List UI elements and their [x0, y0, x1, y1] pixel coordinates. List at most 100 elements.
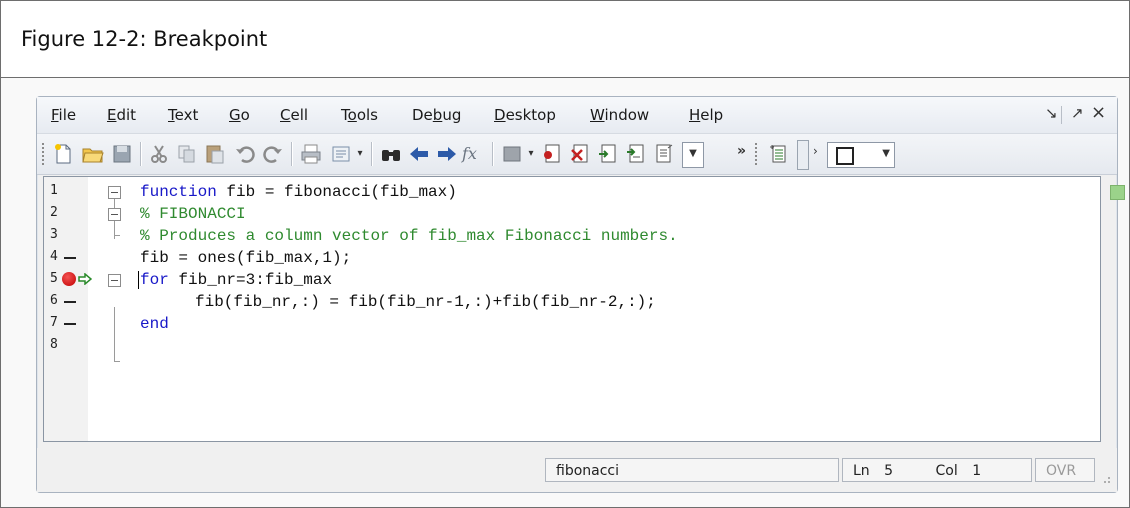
undock-icon[interactable]: ↘ — [1045, 104, 1058, 122]
code-line[interactable]: 3 % Produces a column vector of fib_max F… — [44, 225, 1100, 247]
set-breakpoint-icon[interactable] — [540, 142, 564, 166]
breakpoint-icon[interactable] — [62, 272, 76, 286]
fold-toggle-icon[interactable] — [108, 208, 121, 221]
fold-toggle-icon[interactable] — [108, 186, 121, 199]
open-folder-icon[interactable] — [81, 142, 105, 166]
menu-text[interactable]: Text — [168, 106, 198, 124]
save-icon[interactable] — [110, 142, 134, 166]
cut-icon[interactable] — [147, 142, 171, 166]
find-icon[interactable] — [379, 142, 403, 166]
column-value: 1 — [972, 463, 982, 479]
figure-header: Figure 12-2: Breakpoint — [1, 1, 1129, 78]
toolbar-grip[interactable] — [42, 143, 46, 165]
menu-desktop[interactable]: Desktop — [494, 106, 556, 124]
cell-icon[interactable] — [767, 142, 791, 166]
menu-separator — [1061, 106, 1062, 124]
code-token: fib_nr=3:fib_max — [168, 271, 333, 289]
matlab-editor-window: File Edit Text Go Cell Tools Debug Deskt… — [36, 96, 1125, 493]
close-icon[interactable]: × — [1091, 102, 1106, 123]
fold-toggle-icon[interactable] — [108, 274, 121, 287]
code-comment: % Produces a column vector of fib_max Fi… — [140, 227, 678, 245]
copy-icon[interactable] — [175, 142, 199, 166]
toolbar-splitter[interactable] — [797, 140, 809, 170]
menu-help[interactable]: Help — [689, 106, 723, 124]
code-keyword: function — [140, 183, 217, 201]
step-out-icon[interactable] — [652, 142, 676, 166]
code-text: fib(fib_nr,:) = fib(fib_nr-1,:)+fib(fib_… — [195, 293, 656, 311]
redo-icon[interactable] — [261, 142, 285, 166]
executable-line-marker[interactable] — [64, 257, 76, 259]
line-value: 5 — [884, 463, 894, 479]
menu-debug[interactable]: Debug — [412, 106, 461, 124]
publish-dropdown-icon[interactable]: ▾ — [355, 145, 365, 163]
dock-icon[interactable]: ↗ — [1071, 104, 1084, 122]
line-number: 7 — [50, 315, 58, 330]
layout-dropdown[interactable]: ▼ — [827, 142, 895, 168]
menu-file[interactable]: File — [51, 106, 76, 124]
layout-icon — [836, 147, 854, 165]
forward-icon[interactable] — [435, 142, 459, 166]
code-line[interactable]: 1 function fib = fibonacci(fib_max) — [44, 181, 1100, 203]
clear-breakpoints-icon[interactable] — [568, 142, 592, 166]
toolbar-grip[interactable] — [755, 143, 759, 165]
code-line[interactable]: 7 end — [44, 313, 1100, 335]
stack-dropdown-icon[interactable]: ▾ — [526, 145, 536, 163]
code-line[interactable]: 5 for fib_nr=3:fib_max — [44, 269, 1100, 291]
function-icon[interactable]: fx — [462, 142, 486, 166]
stack-icon[interactable] — [500, 142, 524, 166]
step-icon[interactable] — [596, 142, 620, 166]
publish-icon[interactable] — [329, 142, 353, 166]
code-text: fib = ones(fib_max,1); — [140, 249, 351, 267]
code-text: % Produces a column vector of fib_max Fi… — [140, 227, 678, 245]
menu-edit[interactable]: Edit — [107, 106, 136, 124]
code-comment: % FIBONACCI — [140, 205, 246, 223]
code-token: fib = ones(fib_max,1); — [140, 249, 352, 267]
code-text: for fib_nr=3:fib_max — [140, 271, 332, 289]
line-number: 8 — [50, 337, 58, 352]
step-in-icon[interactable] — [624, 142, 648, 166]
code-line[interactable]: 4 fib = ones(fib_max,1); — [44, 247, 1100, 269]
toolbar-separator — [140, 142, 141, 166]
code-token: fib(fib_nr,:) = fib(fib_nr-1,:)+fib(fib_… — [195, 293, 656, 311]
line-number: 3 — [50, 227, 58, 242]
menu-window[interactable]: Window — [590, 106, 649, 124]
status-function-name: fibonacci — [545, 458, 839, 482]
toolbar-separator — [291, 142, 292, 166]
executable-line-marker[interactable] — [64, 323, 76, 325]
chevron-down-icon: ▼ — [882, 148, 890, 159]
toolbar-separator — [371, 142, 372, 166]
paste-icon[interactable] — [203, 142, 227, 166]
code-text: % FIBONACCI — [140, 205, 246, 223]
code-editor[interactable]: 1 function fib = fibonacci(fib_max) 2 % FIB… — [43, 176, 1101, 442]
text-cursor — [138, 271, 139, 289]
code-line[interactable]: 2 % FIBONACCI — [44, 203, 1100, 225]
menu-go[interactable]: Go — [229, 106, 250, 124]
toolbar-overflow-icon[interactable]: » — [737, 143, 746, 159]
menu-tools[interactable]: Tools — [341, 106, 378, 124]
executable-line-marker[interactable] — [64, 301, 76, 303]
line-number: 2 — [50, 205, 58, 220]
line-number: 5 — [50, 271, 58, 286]
toolbar: ▾ fx ▾ ▼ » › ▼ — [37, 134, 1117, 175]
menu-bar: File Edit Text Go Cell Tools Debug Deskt… — [37, 97, 1117, 134]
code-text: function fib = fibonacci(fib_max) — [140, 183, 457, 201]
status-cursor-position: Ln 5 Col 1 — [842, 458, 1032, 482]
toolbar-overflow-icon-2[interactable]: › — [813, 144, 818, 158]
code-token: fib = fibonacci(fib_max) — [216, 183, 457, 201]
menu-cell[interactable]: Cell — [280, 106, 308, 124]
new-file-icon[interactable] — [51, 142, 75, 166]
code-keyword: end — [140, 315, 169, 333]
execution-arrow-icon — [78, 273, 92, 285]
code-line[interactable]: 6 fib(fib_nr,:) = fib(fib_nr-1,:)+fib(fib… — [44, 291, 1100, 313]
print-icon[interactable] — [299, 142, 323, 166]
back-icon[interactable] — [407, 142, 431, 166]
code-line[interactable]: 8 — [44, 335, 1100, 357]
fold-guide — [114, 361, 120, 362]
code-text: end — [140, 315, 169, 333]
debug-dropdown[interactable]: ▼ — [682, 142, 704, 168]
resize-grip-icon[interactable] — [1099, 472, 1111, 484]
analysis-status-indicator[interactable] — [1110, 185, 1125, 200]
undo-icon[interactable] — [233, 142, 257, 166]
line-number: 4 — [50, 249, 58, 264]
status-bar: fibonacci Ln 5 Col 1 OVR — [37, 448, 1117, 492]
